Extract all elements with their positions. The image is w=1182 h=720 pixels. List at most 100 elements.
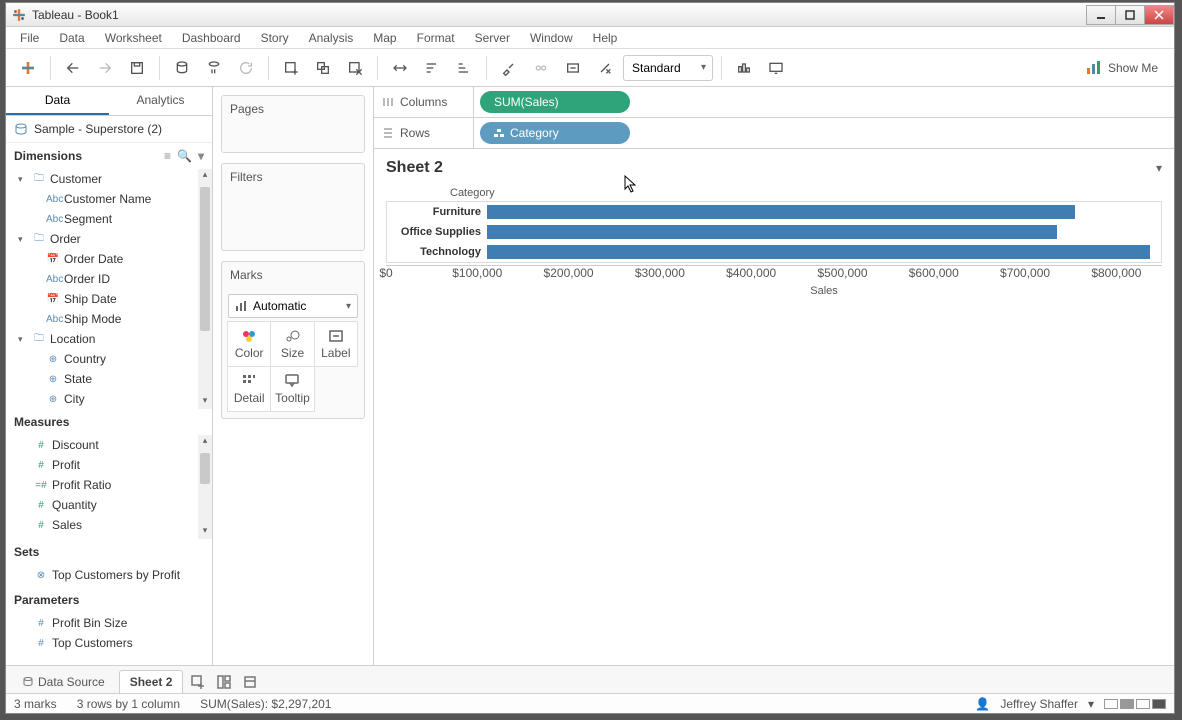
bar-mark[interactable] [487, 245, 1150, 259]
show-cards-button[interactable] [730, 54, 758, 82]
highlight-button[interactable] [495, 54, 523, 82]
bar-mark[interactable] [487, 225, 1057, 239]
new-datasource-button[interactable] [168, 54, 196, 82]
pages-shelf[interactable]: Pages [221, 95, 365, 153]
sheet-title[interactable]: Sheet 2 [386, 159, 443, 177]
menu-dashboard[interactable]: Dashboard [174, 29, 249, 47]
minimize-button[interactable] [1086, 5, 1116, 25]
dim-ship-mode[interactable]: AbcShip Mode [6, 309, 212, 329]
duplicate-sheet-button[interactable] [309, 54, 337, 82]
meas-sales[interactable]: #Sales [6, 515, 212, 535]
dim-folder-order[interactable]: ▾🗀Order [6, 229, 212, 249]
menu-analysis[interactable]: Analysis [301, 29, 362, 47]
marks-size[interactable]: Size [270, 321, 314, 367]
columns-pill-sum-sales[interactable]: SUM(Sales) [480, 91, 630, 113]
group-button[interactable] [527, 54, 555, 82]
view-toggle-4[interactable] [1152, 699, 1166, 709]
meas-quantity[interactable]: #Quantity [6, 495, 212, 515]
axis-tick: $300,000 [635, 266, 685, 280]
param-top-customers[interactable]: #Top Customers [6, 633, 212, 653]
menu-story[interactable]: Story [253, 29, 297, 47]
marks-tooltip[interactable]: Tooltip [270, 366, 314, 412]
new-dashboard-button[interactable] [213, 671, 235, 693]
view-as-list-icon[interactable]: ≡ [164, 149, 171, 163]
mark-type-select[interactable]: Automatic [228, 294, 358, 318]
mark-type-value: Automatic [253, 299, 306, 313]
fit-select[interactable]: Standard [623, 55, 713, 81]
dim-customer-name[interactable]: AbcCustomer Name [6, 189, 212, 209]
dimensions-menu-icon[interactable]: ▾ [198, 149, 204, 163]
menu-server[interactable]: Server [467, 29, 518, 47]
sort-asc-button[interactable] [418, 54, 446, 82]
tab-datasource[interactable]: Data Source [12, 671, 115, 693]
rows-pill-category[interactable]: Category [480, 122, 630, 144]
tab-analytics[interactable]: Analytics [109, 87, 212, 115]
dim-ship-date[interactable]: 📅Ship Date [6, 289, 212, 309]
marks-color[interactable]: Color [227, 321, 271, 367]
dim-state[interactable]: ⊕State [6, 369, 212, 389]
save-button[interactable] [123, 54, 151, 82]
bar-row[interactable]: Office Supplies [387, 222, 1161, 242]
refresh-button[interactable] [232, 54, 260, 82]
status-user[interactable]: Jeffrey Shaffer [1000, 697, 1078, 711]
bar-mark[interactable] [487, 205, 1075, 219]
tableau-logo-icon[interactable] [14, 54, 42, 82]
user-menu-caret[interactable]: ▾ [1088, 697, 1094, 711]
dim-city[interactable]: ⊕City [6, 389, 212, 409]
new-sheet-button[interactable] [277, 54, 305, 82]
swap-button[interactable] [386, 54, 414, 82]
dim-order-id[interactable]: AbcOrder ID [6, 269, 212, 289]
view-toggle-3[interactable] [1136, 699, 1150, 709]
menu-window[interactable]: Window [522, 29, 581, 47]
clear-sheet-button[interactable] [341, 54, 369, 82]
new-worksheet-button[interactable] [187, 671, 209, 693]
dim-segment[interactable]: AbcSegment [6, 209, 212, 229]
bar-row[interactable]: Technology [387, 242, 1161, 262]
marks-label[interactable]: Label [314, 321, 358, 367]
dim-country[interactable]: ⊕Country [6, 349, 212, 369]
sheet-title-menu[interactable]: ▾ [1156, 161, 1162, 175]
menu-help[interactable]: Help [585, 29, 626, 47]
marks-card: Marks Automatic Color Size Label Detail … [221, 261, 365, 419]
meas-profit[interactable]: #Profit [6, 455, 212, 475]
axis-tick: $500,000 [817, 266, 867, 280]
measures-scrollbar[interactable]: ▴▾ [198, 435, 212, 539]
row-header: Category [386, 185, 1162, 201]
tab-sheet-2[interactable]: Sheet 2 [119, 670, 184, 693]
sort-desc-button[interactable] [450, 54, 478, 82]
marks-detail[interactable]: Detail [227, 366, 271, 412]
bar-row[interactable]: Furniture [387, 202, 1161, 222]
pause-updates-button[interactable] [200, 54, 228, 82]
menu-worksheet[interactable]: Worksheet [97, 29, 170, 47]
dimensions-scrollbar[interactable]: ▴▾ [198, 169, 212, 409]
tab-data[interactable]: Data [6, 87, 109, 115]
new-story-button[interactable] [239, 671, 261, 693]
view-toggle-1[interactable] [1104, 699, 1118, 709]
presentation-button[interactable] [762, 54, 790, 82]
search-fields-icon[interactable]: 🔍 [177, 149, 192, 163]
param-profit-bin[interactable]: #Profit Bin Size [6, 613, 212, 633]
fix-axes-button[interactable] [591, 54, 619, 82]
columns-shelf[interactable]: SUM(Sales) [474, 87, 1174, 117]
viz-area[interactable]: Category FurnitureOffice SuppliesTechnol… [374, 181, 1174, 303]
filters-shelf[interactable]: Filters [221, 163, 365, 251]
show-me-button[interactable]: Show Me [1078, 56, 1166, 80]
set-top-customers[interactable]: ⊗Top Customers by Profit [6, 565, 212, 585]
close-button[interactable] [1144, 5, 1174, 25]
redo-button[interactable] [91, 54, 119, 82]
menu-file[interactable]: File [12, 29, 47, 47]
meas-discount[interactable]: #Discount [6, 435, 212, 455]
dim-folder-customer[interactable]: ▾🗀Customer [6, 169, 212, 189]
labels-button[interactable] [559, 54, 587, 82]
rows-shelf[interactable]: Category [474, 118, 1174, 148]
menu-data[interactable]: Data [51, 29, 92, 47]
datasource-row[interactable]: Sample - Superstore (2) [6, 116, 212, 143]
menu-map[interactable]: Map [365, 29, 404, 47]
dim-folder-location[interactable]: ▾🗀Location [6, 329, 212, 349]
menu-format[interactable]: Format [409, 29, 463, 47]
dim-order-date[interactable]: 📅Order Date [6, 249, 212, 269]
meas-profit-ratio[interactable]: =#Profit Ratio [6, 475, 212, 495]
undo-button[interactable] [59, 54, 87, 82]
view-toggle-2[interactable] [1120, 699, 1134, 709]
maximize-button[interactable] [1115, 5, 1145, 25]
